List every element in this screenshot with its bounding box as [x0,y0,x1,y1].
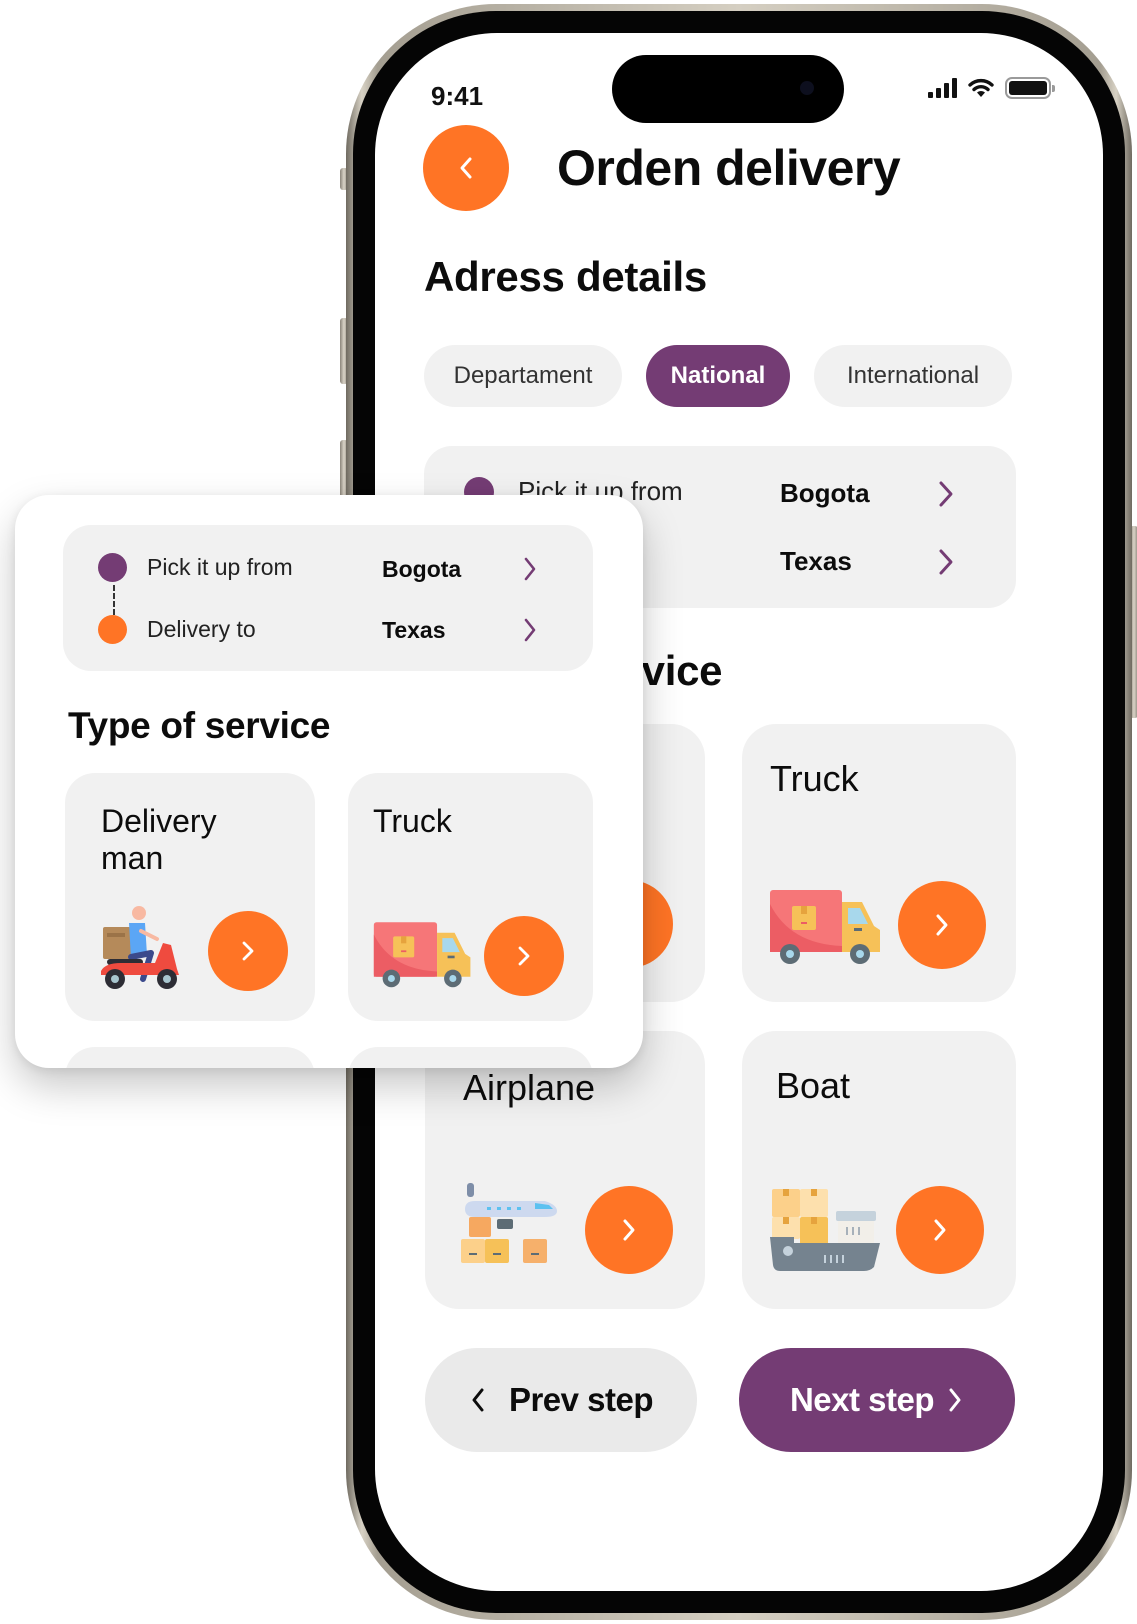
delivery-chevron-right-icon[interactable] [521,616,539,644]
chevron-left-icon [460,157,472,179]
pickup-dot-icon [98,553,127,582]
select-boat-button[interactable] [896,1186,984,1274]
tab-departament[interactable]: Departament [424,345,622,407]
service-title: Boat [776,1065,851,1106]
chevron-right-icon [934,1219,946,1241]
next-step-label: Next step [789,1381,935,1418]
select-airplane-button[interactable] [585,1186,673,1274]
status-time: 9:41 [431,81,484,111]
select-truck-button[interactable] [484,916,564,996]
delivery-chevron-right-icon[interactable] [936,547,956,577]
route-connector-line [113,585,115,615]
dynamic-island [612,55,844,123]
battery-icon [1005,77,1055,99]
status-icons [928,77,1055,99]
prev-step-label: Prev step [508,1381,654,1418]
wifi-icon [968,78,994,97]
chevron-left-icon [472,1388,484,1412]
pickup-label: Pick it up from [147,554,293,580]
service-card-truck[interactable]: Truck [742,724,1016,1002]
delivery-value: Texas [780,546,852,576]
chevron-right-icon [518,946,530,966]
zoomed-detail-card: Pick it up from Bogota Delivery to Texas… [15,495,643,1068]
overlay-delivery-row[interactable]: Delivery to [98,615,256,644]
service-card-airplane[interactable]: Airplane [425,1031,705,1309]
delivery-label: Delivery to [147,616,256,642]
pickup-chevron-right-icon[interactable] [936,479,956,509]
overlay-service-title: Type of service [68,705,331,746]
camera-icon [800,81,814,95]
overlay-service-card-boat-partial[interactable] [348,1047,593,1068]
scooter-courier-icon [101,906,179,989]
pickup-value: Bogota [780,478,870,508]
chevron-right-icon [936,914,948,936]
cargo-ship-icon [770,1189,880,1271]
overlay-service-card-truck[interactable]: Truck [348,773,593,1021]
cargo-airplane-icon [461,1183,557,1263]
overlay-service-card-airplane-partial[interactable] [65,1047,315,1068]
chevron-right-icon [623,1219,635,1241]
pickup-value: Bogota [382,556,462,582]
tab-international[interactable]: International [814,345,1012,407]
service-card-boat[interactable]: Boat [742,1031,1016,1309]
service-title: Truck [373,803,452,839]
cellular-signal-icon [928,78,957,98]
page-title: Orden delivery [557,140,901,196]
service-title: Airplane [463,1067,596,1108]
delivery-truck-icon [373,922,471,988]
delivery-dot-icon [98,615,127,644]
overlay-route-card: Pick it up from Bogota Delivery to Texas [63,525,593,671]
service-title: Deliveryman [101,803,217,877]
chevron-right-icon [949,1388,961,1412]
back-button[interactable] [423,125,509,211]
delivery-value: Texas [382,617,446,643]
chevron-right-icon [242,941,254,961]
prev-step-button[interactable]: Prev step [425,1348,697,1452]
select-delivery-man-button[interactable] [208,911,288,991]
next-step-button[interactable]: Next step [739,1348,1015,1452]
tab-national[interactable]: National [646,345,790,407]
select-truck-button[interactable] [898,881,986,969]
address-section-title: Adress details [424,253,707,300]
service-title: Truck [770,758,859,799]
pickup-chevron-right-icon[interactable] [521,555,539,583]
overlay-service-card-delivery-man[interactable]: Delivery man [65,773,315,1021]
overlay-pickup-row[interactable]: Pick it up from [98,553,293,582]
scope-tabs: Departament National International [424,345,1012,407]
delivery-truck-icon [770,890,880,964]
